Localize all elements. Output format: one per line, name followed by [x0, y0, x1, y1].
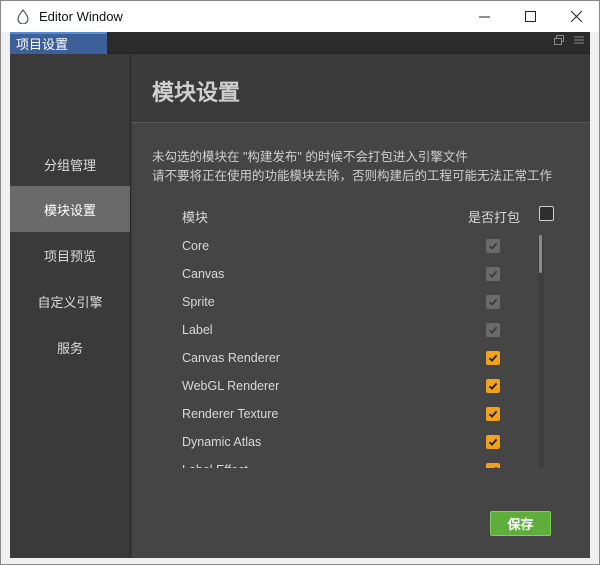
module-pack-checkbox[interactable]	[486, 463, 500, 468]
checkmark-icon	[488, 382, 498, 390]
checkmark-icon	[488, 326, 498, 334]
module-name: Canvas Renderer	[182, 351, 280, 365]
panel-header: 模块设置	[132, 55, 590, 123]
sidebar-item-custom-engine[interactable]: 自定义引擎	[10, 278, 130, 324]
module-row: Sprite	[172, 289, 512, 317]
module-row: Dynamic Atlas	[172, 429, 512, 457]
module-name: Canvas	[182, 267, 225, 281]
maximize-button[interactable]	[507, 1, 553, 32]
app-drop-icon	[9, 1, 37, 32]
editor-client-area: 项目设置 分组管理 模块设置 项目预览 自定义引擎 服务 模块设置 未勾选的模块…	[10, 32, 590, 558]
description-line-1: 未勾选的模块在 "构建发布" 的时候不会打包进入引擎文件	[152, 150, 468, 164]
column-header-module: 模块	[182, 210, 209, 225]
checkmark-icon	[488, 242, 498, 250]
module-pack-checkbox	[486, 267, 500, 281]
tab-project-settings[interactable]: 项目设置	[10, 32, 107, 54]
module-row: WebGL Renderer	[172, 373, 512, 401]
module-name: Renderer Texture	[182, 407, 279, 421]
module-pack-checkbox[interactable]	[486, 435, 500, 449]
checkmark-icon	[488, 410, 498, 418]
module-name: Sprite	[182, 295, 215, 309]
scrollbar-thumb[interactable]	[539, 235, 542, 273]
column-header-pack: 是否打包	[468, 210, 521, 225]
title-bar[interactable]: Editor Window	[1, 1, 599, 32]
module-settings-panel: 模块设置 未勾选的模块在 "构建发布" 的时候不会打包进入引擎文件 请不要将正在…	[132, 55, 590, 558]
module-list: Core Canvas Sprite Label Canvas Renderer WebG…	[172, 233, 548, 468]
module-list-scrollbar[interactable]	[538, 235, 544, 467]
module-name: Dynamic Atlas	[182, 435, 262, 449]
sidebar-item-module-settings[interactable]: 模块设置	[10, 186, 130, 232]
module-pack-checkbox	[486, 323, 500, 337]
module-row: Label	[172, 317, 512, 345]
save-button[interactable]: 保存	[490, 511, 551, 536]
module-name: WebGL Renderer	[182, 379, 280, 393]
settings-sidebar: 分组管理 模块设置 项目预览 自定义引擎 服务	[10, 55, 131, 558]
module-name: Label	[182, 323, 213, 337]
editor-window: Editor Window 项目设置 分组管理 模块设置 项目预览 自定义引擎 …	[0, 0, 600, 565]
checkmark-icon	[488, 354, 498, 362]
page-title: 模块设置	[152, 80, 241, 105]
module-row: Renderer Texture	[172, 401, 512, 429]
minimize-button[interactable]	[461, 1, 507, 32]
sidebar-item-group-manage[interactable]: 分组管理	[10, 141, 130, 187]
module-pack-checkbox[interactable]	[486, 379, 500, 393]
checkmark-icon	[488, 270, 498, 278]
tab-strip: 项目设置	[10, 32, 590, 54]
module-table-header: 模块 是否打包	[182, 205, 554, 225]
description-line-2: 请不要将正在使用的功能模块去除，否则构建后的工程可能无法正常工作	[152, 169, 553, 183]
popout-icon[interactable]	[554, 35, 564, 48]
checkmark-icon	[494, 466, 498, 468]
module-row: Canvas Renderer	[172, 345, 512, 373]
module-pack-checkbox	[486, 295, 500, 309]
sidebar-item-project-preview[interactable]: 项目预览	[10, 232, 130, 278]
module-pack-checkbox[interactable]	[486, 407, 500, 421]
module-row: Core	[172, 233, 512, 261]
module-row: Label Effect	[172, 457, 512, 468]
menu-icon[interactable]	[574, 35, 584, 48]
sidebar-item-services[interactable]: 服务	[10, 324, 130, 370]
module-pack-checkbox[interactable]	[486, 351, 500, 365]
module-pack-checkbox	[486, 239, 500, 253]
module-name: Core	[182, 239, 210, 253]
window-title: Editor Window	[39, 9, 123, 24]
module-row: Canvas	[172, 261, 512, 289]
close-button[interactable]	[553, 1, 599, 32]
checkmark-icon	[488, 298, 498, 306]
module-name: Label Effect	[182, 463, 248, 468]
select-all-checkbox[interactable]	[539, 206, 554, 221]
checkmark-icon	[488, 438, 498, 446]
